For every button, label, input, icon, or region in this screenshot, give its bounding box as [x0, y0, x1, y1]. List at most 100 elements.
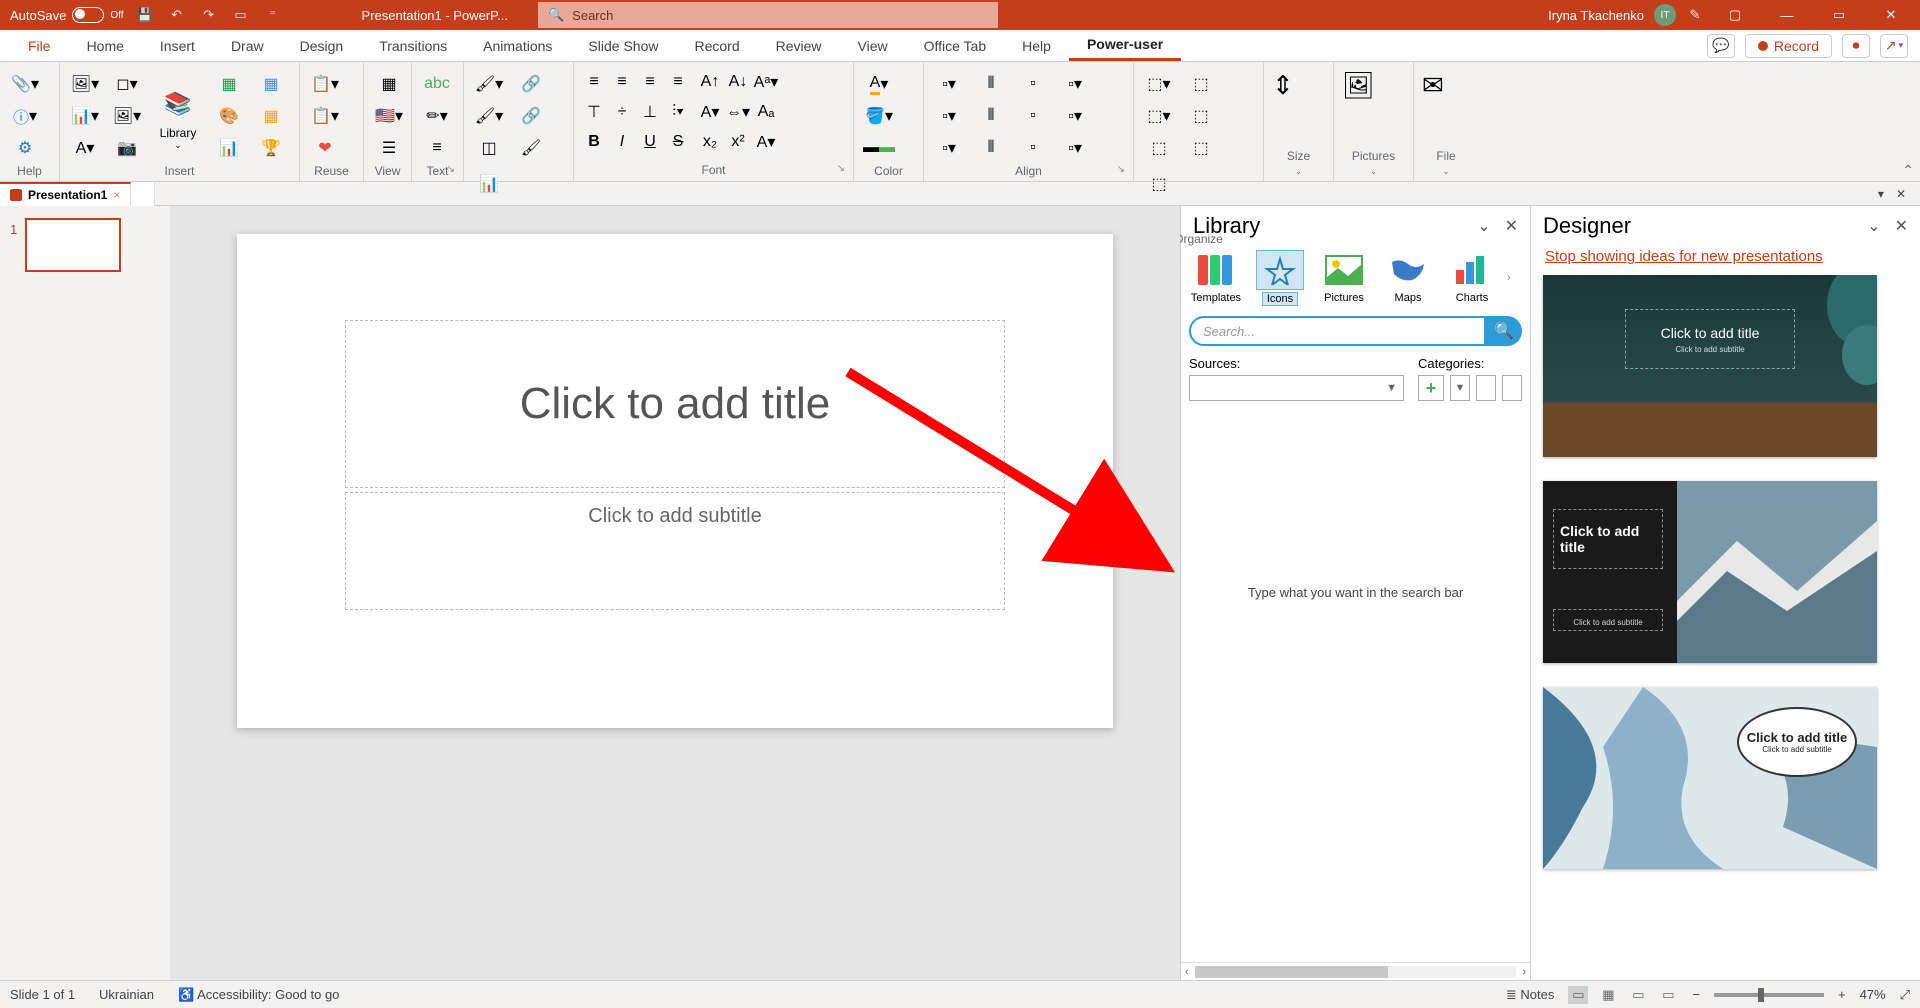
align-left-icon[interactable]: ≡: [582, 70, 606, 94]
tab-draw[interactable]: Draw: [213, 32, 282, 60]
reuse-heart-icon[interactable]: ❤: [308, 134, 342, 162]
doc-tab-close-icon[interactable]: ×: [113, 188, 120, 202]
reuse-paste-icon[interactable]: 📋▾: [308, 102, 342, 130]
view-flag-icon[interactable]: 🇺🇸▾: [372, 102, 406, 130]
designer-collapse-icon[interactable]: ⌄: [1867, 216, 1880, 236]
stack3-icon[interactable]: ▫: [1016, 134, 1050, 162]
stack1-icon[interactable]: ▫: [1016, 70, 1050, 98]
color-bucket-icon[interactable]: 🪣▾: [862, 102, 896, 130]
sup-icon[interactable]: x²: [726, 130, 750, 154]
tab-transitions[interactable]: Transitions: [361, 32, 465, 60]
format-link1-icon[interactable]: 🔗: [514, 70, 548, 98]
help-settings-icon[interactable]: ⚙: [8, 134, 42, 162]
valign-top-icon[interactable]: ⊤: [582, 100, 606, 124]
username[interactable]: Iryna Tkachenko: [1548, 8, 1644, 23]
stack2-icon[interactable]: ▫: [1016, 102, 1050, 130]
tab-review[interactable]: Review: [758, 32, 840, 60]
lib-cat-templates[interactable]: Templates: [1187, 250, 1245, 306]
lib-cat-pictures[interactable]: Pictures: [1315, 250, 1373, 306]
insert-award-icon[interactable]: 🏆: [254, 134, 288, 162]
insert-blocks-icon[interactable]: ▦: [254, 102, 288, 130]
color-swatch-icon[interactable]: ▬▬: [862, 134, 896, 162]
sources-select[interactable]: ▼: [1189, 375, 1404, 401]
slide-canvas[interactable]: Click to add title Click to add subtitle: [237, 234, 1113, 728]
org1-icon[interactable]: ⬚▾: [1142, 70, 1176, 98]
wrap2-icon[interactable]: ▫▾: [1058, 102, 1092, 130]
font-dec-icon[interactable]: A↓: [726, 70, 750, 94]
insert-slide-icon[interactable]: 🖼▾: [68, 70, 102, 98]
strike-icon[interactable]: S: [666, 130, 690, 154]
insert-pic-icon[interactable]: 🖼▾: [110, 102, 144, 130]
status-notes[interactable]: ≣ Notes: [1506, 987, 1554, 1003]
undo-icon[interactable]: ↶: [168, 6, 186, 24]
subtitle-placeholder[interactable]: Click to add subtitle: [345, 492, 1005, 610]
comments-button[interactable]: 💬: [1707, 34, 1735, 58]
tab-animations[interactable]: Animations: [465, 32, 570, 60]
maximize-icon[interactable]: ▭: [1818, 0, 1860, 30]
insert-chart2-icon[interactable]: 📊: [212, 134, 246, 162]
org4-icon[interactable]: ⬚: [1184, 70, 1218, 98]
library-collapse-icon[interactable]: ⌄: [1477, 216, 1490, 236]
help-info-icon[interactable]: ⓘ▾: [8, 102, 42, 130]
lib-scroll-left-icon[interactable]: ‹: [1185, 966, 1189, 978]
minimize-icon[interactable]: —: [1766, 0, 1808, 30]
lib-scroll-right-icon[interactable]: ›: [1522, 966, 1526, 978]
valign-bot-icon[interactable]: ⊥: [638, 100, 662, 124]
autosave-toggle[interactable]: [72, 7, 104, 23]
align-just-icon[interactable]: ≡: [666, 70, 690, 94]
org3-icon[interactable]: ⬚: [1142, 134, 1176, 162]
format-brush3-icon[interactable]: 🖌: [514, 134, 548, 162]
tab-home[interactable]: Home: [69, 32, 142, 60]
wrap3-icon[interactable]: ▫▾: [1058, 134, 1092, 162]
status-accessibility[interactable]: ♿ Accessibility: Good to go: [178, 987, 339, 1003]
design-suggestion-1[interactable]: Click to add titleClick to add subtitle: [1543, 275, 1877, 457]
font-launcher-icon[interactable]: ↘: [837, 163, 845, 174]
lib-cat-charts[interactable]: Charts: [1443, 250, 1501, 306]
insert-colors-icon[interactable]: 🎨: [212, 102, 246, 130]
insert-chart-icon[interactable]: 📊▾: [68, 102, 102, 130]
lib-cat-maps[interactable]: Maps: [1379, 250, 1437, 306]
qat-more-icon[interactable]: ⁼: [264, 6, 282, 24]
org2-icon[interactable]: ⬚▾: [1142, 102, 1176, 130]
camera-button[interactable]: ⏺: [1842, 34, 1870, 58]
insert-grid-icon[interactable]: ▦: [212, 70, 246, 98]
org6-icon[interactable]: ⬚: [1184, 134, 1218, 162]
format-chart-icon[interactable]: 📊: [472, 170, 506, 198]
align-obj3-icon[interactable]: ▫▾: [932, 134, 966, 162]
align-obj1-icon[interactable]: ▫▾: [932, 70, 966, 98]
font-clear-icon[interactable]: Aₐ: [754, 100, 778, 124]
format-brush2-icon[interactable]: 🖌▾: [472, 102, 506, 130]
tab-power-user[interactable]: Power-user: [1069, 30, 1181, 61]
text-spell-icon[interactable]: abc: [420, 70, 454, 98]
text-launcher-icon[interactable]: ↘: [447, 164, 455, 175]
insert-table-icon[interactable]: ▦: [254, 70, 288, 98]
tab-record[interactable]: Record: [676, 32, 757, 60]
library-close-icon[interactable]: ✕: [1505, 216, 1518, 236]
close-icon[interactable]: ✕: [1870, 0, 1912, 30]
slide-thumbnail[interactable]: [25, 218, 121, 272]
present-icon[interactable]: ▭: [232, 6, 250, 24]
pictures-icon[interactable]: 🖼: [1342, 70, 1375, 101]
size-icon[interactable]: ⇕: [1272, 70, 1294, 101]
org7-icon[interactable]: ⬚: [1142, 170, 1176, 198]
align-more-icon[interactable]: ⫶▾: [666, 100, 690, 124]
category-opt1[interactable]: [1476, 375, 1496, 401]
underline-icon[interactable]: U: [638, 130, 662, 154]
status-language[interactable]: Ukrainian: [99, 987, 154, 1002]
font-case-icon[interactable]: Aᵃ▾: [754, 70, 778, 94]
tell-me-search[interactable]: 🔍 Search: [538, 2, 998, 28]
ribbon-display-icon[interactable]: ▢: [1714, 0, 1756, 30]
tab-design[interactable]: Design: [282, 32, 362, 60]
insert-text-icon[interactable]: A▾: [68, 134, 102, 162]
lib-cat-icons[interactable]: Icons: [1251, 250, 1309, 306]
doc-tab-new[interactable]: [131, 182, 155, 206]
view-reading-icon[interactable]: ▭: [1628, 986, 1648, 1004]
sub-icon[interactable]: x₂: [698, 130, 722, 154]
library-search-button[interactable]: 🔍: [1486, 316, 1522, 346]
view-normal-icon[interactable]: ▭: [1568, 986, 1588, 1004]
reuse-copy-icon[interactable]: 📋▾: [308, 70, 342, 98]
category-add-button[interactable]: +: [1418, 375, 1444, 401]
share-button[interactable]: ↗▾: [1880, 34, 1908, 58]
help-contact-icon[interactable]: 📎▾: [8, 70, 42, 98]
design-suggestion-2[interactable]: Click to add title Click to add subtitle: [1543, 481, 1877, 663]
